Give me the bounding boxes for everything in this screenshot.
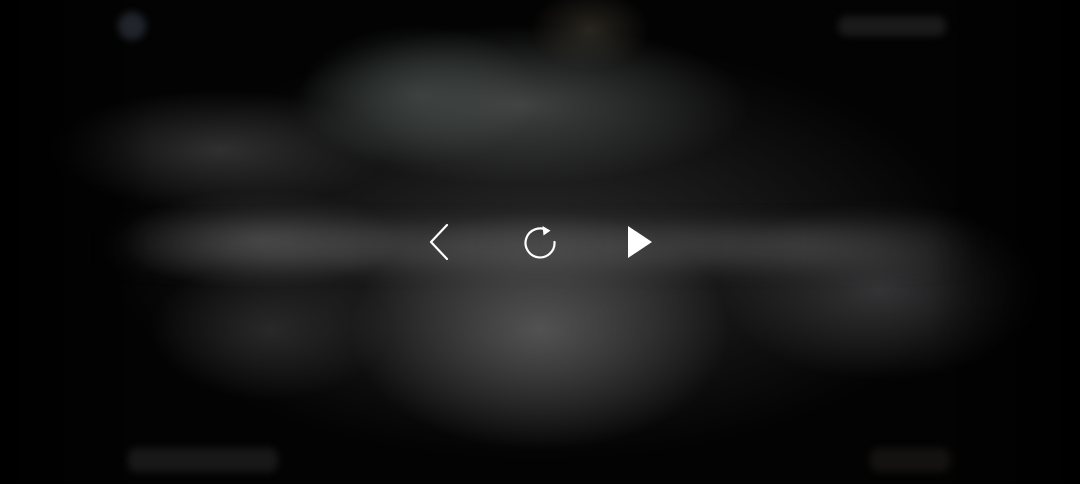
video-player[interactable] (0, 0, 1080, 484)
blurred-bottom-right-info (870, 448, 950, 472)
chevron-left-icon (429, 223, 449, 261)
back-button[interactable] (416, 218, 464, 266)
playback-controls (0, 218, 1080, 266)
blurred-top-left-control (118, 12, 146, 40)
blurred-top-right-control (838, 16, 946, 36)
replay-icon (524, 226, 556, 259)
play-button[interactable] (614, 218, 662, 266)
play-icon (628, 226, 652, 258)
blurred-bottom-left-info (128, 448, 278, 472)
replay-button[interactable] (516, 218, 564, 266)
